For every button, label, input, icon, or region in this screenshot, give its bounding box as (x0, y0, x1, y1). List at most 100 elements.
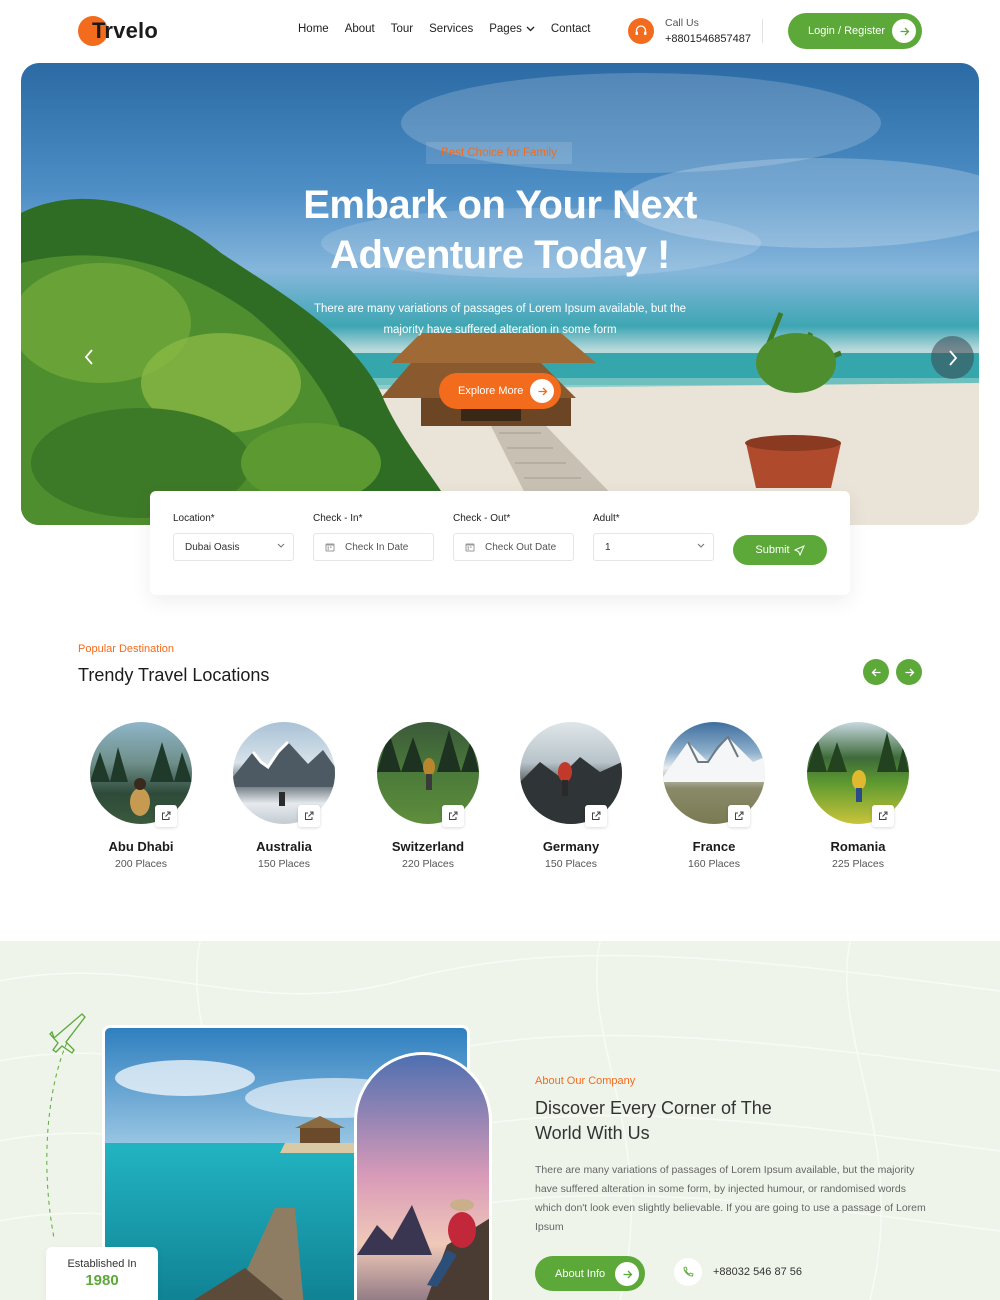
about-info-button[interactable]: About Info (535, 1256, 645, 1291)
explore-more-label: Explore More (458, 385, 524, 397)
about-title-line-1: Discover Every Corner of The (535, 1098, 772, 1118)
arrow-right-icon (892, 19, 916, 43)
check-out-placeholder: Check Out Date (485, 541, 557, 553)
calendar-icon (465, 543, 475, 552)
logo-text: Trvelo (92, 18, 159, 43)
adult-select[interactable]: 1 (593, 533, 714, 561)
check-in-input[interactable]: Check In Date (313, 533, 434, 561)
about-phone[interactable]: +88032 546 87 56 (674, 1258, 802, 1286)
about-title: Discover Every Corner of The World With … (535, 1096, 825, 1146)
chevron-right-icon (948, 349, 957, 366)
destination-name: Australia (256, 839, 312, 854)
logo[interactable]: Trvelo (78, 15, 158, 47)
external-link-icon[interactable] (872, 805, 894, 827)
adult-label: Adult* (593, 513, 620, 524)
explore-more-button[interactable]: Explore More (439, 373, 561, 409)
external-link-icon[interactable] (298, 805, 320, 827)
check-in-label: Check - In* (313, 513, 363, 524)
destination-card[interactable]: Australia 150 Places (214, 722, 354, 870)
arrow-right-icon (615, 1262, 639, 1286)
trending-eyebrow: Popular Destination (78, 643, 175, 655)
phone-icon (674, 1258, 702, 1286)
destination-name: France (692, 839, 736, 854)
destination-places: 150 Places (545, 858, 597, 870)
send-icon (793, 544, 805, 556)
established-badge: Established In 1980 (46, 1247, 158, 1300)
destination-places: 160 Places (688, 858, 740, 870)
hero-prev-arrow[interactable] (78, 346, 100, 368)
destination-name: Germany (542, 839, 600, 854)
hero-background-image (21, 73, 979, 525)
arrow-right-icon (905, 668, 914, 676)
external-link-icon[interactable] (442, 805, 464, 827)
arrow-right-icon (530, 379, 554, 403)
hero-title-line-1: Embark on Your Next (303, 183, 697, 227)
destination-card[interactable]: France 160 Places (644, 722, 784, 870)
adult-value: 1 (605, 541, 611, 553)
nav-pages-label: Pages (489, 23, 522, 35)
destination-card[interactable]: Germany 150 Places (501, 722, 641, 870)
external-link-icon[interactable] (155, 805, 177, 827)
established-label: Established In (67, 1258, 137, 1270)
login-register-label: Login / Register (808, 25, 886, 37)
destination-places: 200 Places (115, 858, 167, 870)
check-out-label: Check - Out* (453, 513, 511, 524)
submit-label: Submit (755, 544, 790, 556)
destination-name: Romania (830, 839, 886, 854)
call-number: +8801546857487 (665, 33, 751, 45)
nav-about[interactable]: About (345, 23, 375, 35)
chevron-down-icon (697, 542, 705, 551)
destination-card[interactable]: Romania 225 Places (788, 722, 928, 870)
nav-home[interactable]: Home (298, 23, 329, 35)
check-out-field: Check - Out* Check Out Date (453, 513, 574, 561)
destination-places: 220 Places (402, 858, 454, 870)
destination-card[interactable]: Switzerland 220 Places (358, 722, 498, 870)
nav-services[interactable]: Services (429, 23, 473, 35)
destination-name: Abu Dhabi (108, 839, 174, 854)
header-divider (762, 19, 763, 43)
established-year: 1980 (85, 1272, 119, 1289)
hero-subtitle-line-2: majority have suffered alteration in som… (383, 324, 617, 336)
location-value: Dubai Oasis (185, 541, 240, 553)
check-in-placeholder: Check In Date (345, 541, 409, 553)
plane-icon (46, 1013, 86, 1239)
call-label: Call Us (665, 17, 699, 29)
external-link-icon[interactable] (585, 805, 607, 827)
hero-title-line-2: Adventure Today ! (330, 233, 670, 277)
nav-pages[interactable]: Pages (489, 23, 535, 35)
hero-subtitle: There are many variations of passages of… (300, 299, 700, 341)
about-text: There are many variations of passages of… (535, 1164, 926, 1233)
about-eyebrow: About Our Company (535, 1075, 636, 1087)
location-label: Location* (173, 513, 215, 524)
external-link-icon[interactable] (728, 805, 750, 827)
about-secondary-image (354, 1052, 492, 1300)
chevron-down-icon (526, 24, 535, 34)
arrow-left-icon (871, 668, 880, 676)
adult-field: Adult* 1 (593, 513, 714, 561)
submit-button[interactable]: Submit (733, 535, 827, 565)
hero-title: Embark on Your Next Adventure Today ! (0, 180, 1000, 280)
about-phone-number: +88032 546 87 56 (713, 1266, 803, 1278)
about-info-label: About Info (555, 1267, 606, 1280)
call-us[interactable]: Call Us +8801546857487 (628, 15, 751, 47)
location-select[interactable]: Dubai Oasis (173, 533, 294, 561)
destination-name: Switzerland (391, 839, 465, 854)
hero-tag: Best Choice for Family (426, 142, 572, 164)
login-register-button[interactable]: Login / Register (788, 13, 922, 49)
about-title-line-2: World With Us (535, 1123, 650, 1143)
hero-subtitle-line-1: There are many variations of passages of… (313, 303, 687, 315)
destination-places: 225 Places (832, 858, 884, 870)
trending-next-button[interactable] (896, 659, 922, 685)
nav-contact[interactable]: Contact (551, 23, 591, 35)
trending-prev-button[interactable] (863, 659, 889, 685)
hero-next-arrow[interactable] (931, 336, 974, 379)
trending-title: Trendy Travel Locations (78, 665, 270, 685)
check-out-input[interactable]: Check Out Date (453, 533, 574, 561)
main-nav: Home About Tour Services Pages Contact (298, 23, 606, 35)
booking-form: Location* Dubai Oasis Check - In* Check … (150, 491, 850, 595)
headset-icon (628, 18, 654, 44)
location-field: Location* Dubai Oasis (173, 513, 294, 561)
check-in-field: Check - In* Check In Date (313, 513, 434, 561)
nav-tour[interactable]: Tour (391, 23, 413, 35)
destination-card[interactable]: Abu Dhabi 200 Places (71, 722, 211, 870)
